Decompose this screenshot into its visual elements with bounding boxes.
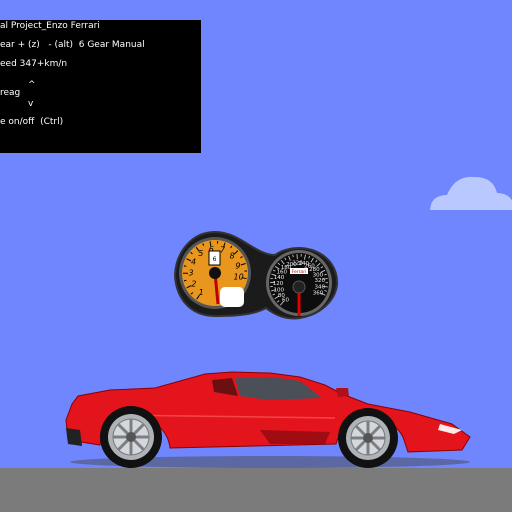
speed-hub [292, 280, 306, 294]
speed-label: 120 [273, 281, 284, 287]
tach-label: 1 [199, 288, 204, 297]
speed-label: 80 [278, 293, 285, 299]
tach-label: 10 [234, 273, 244, 282]
gear-indicator-text: 6 [213, 256, 217, 263]
car-mirror [336, 388, 349, 397]
tach-label: 4 [191, 258, 196, 267]
rear-wheel [100, 406, 162, 468]
tach-tick [183, 265, 187, 267]
tach-lcd-display [220, 287, 244, 307]
ferrari-badge-text: Ferrari [292, 269, 307, 275]
speed-label: 100 [274, 287, 285, 293]
ferrari-car [65, 371, 471, 468]
speed-label: 360 [313, 290, 324, 296]
front-wheel [338, 408, 398, 468]
tach-label: 3 [188, 269, 193, 278]
speed-label: 320 [314, 278, 325, 284]
speed-label: 140 [274, 275, 285, 281]
tach-label: 5 [198, 249, 203, 258]
speed-tick [292, 254, 294, 258]
tach-label: 2 [191, 280, 196, 289]
tach-label: 8 [230, 252, 235, 261]
tach-hub [209, 267, 221, 279]
car-rear-diffuser [66, 428, 82, 446]
tach-label: 7 [220, 246, 226, 255]
tachometer: 12345 6 78910 6 [179, 237, 251, 309]
dashboard-gauges: 12345 6 78910 6 60801001201401601802002202… [65, 230, 471, 468]
speedometer: 6080100120140160180200220240260280300320… [266, 250, 332, 316]
car-side-intake [260, 430, 330, 444]
tach-tick [183, 279, 187, 282]
tach-label: 9 [235, 261, 240, 270]
